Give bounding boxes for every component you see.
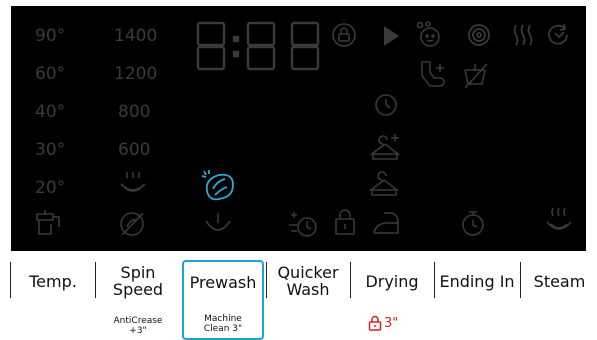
temp-60-label: 60° bbox=[35, 64, 66, 84]
tab-quicker-wash[interactable]: Quicker Wash bbox=[268, 260, 348, 302]
spiral-icon bbox=[466, 22, 492, 48]
tab-drying[interactable]: Drying bbox=[352, 260, 432, 302]
control-panel-display: 90° 60° 40° 30° 20° 1400 1200 800 600 bbox=[11, 6, 586, 251]
quick-timer-icon bbox=[287, 209, 319, 239]
child-lock-icon bbox=[331, 22, 357, 48]
temp-90-label: 90° bbox=[35, 26, 66, 46]
drying-lock-indicator: 3" bbox=[368, 315, 398, 331]
tab-divider bbox=[266, 262, 267, 298]
speed-600-label: 600 bbox=[118, 140, 151, 160]
tab-temp-label: Temp. bbox=[29, 271, 77, 291]
function-tabs: Temp. Spin Speed Prewash Quicker Wash Dr… bbox=[0, 260, 597, 340]
machine-clean-label: Machine Clean 3" bbox=[203, 314, 243, 334]
tab-ending-in[interactable]: Ending In bbox=[436, 260, 518, 302]
time-display bbox=[196, 21, 326, 77]
anticrease-label: AntiCrease +3" bbox=[113, 316, 163, 336]
tab-ending-in-label: Ending In bbox=[439, 271, 515, 291]
tab-steam-label: Steam bbox=[533, 271, 586, 291]
hanger-plus-icon bbox=[369, 132, 403, 162]
lock-icon bbox=[333, 208, 357, 236]
speed-1200-label: 1200 bbox=[114, 64, 158, 84]
tab-temp[interactable]: Temp. bbox=[12, 260, 94, 302]
no-iron-hanger-icon bbox=[461, 60, 491, 90]
hanger-icon bbox=[369, 168, 399, 198]
steam-waves-icon bbox=[511, 22, 537, 48]
tab-spin-speed[interactable]: Spin Speed bbox=[96, 260, 180, 302]
tab-spin-speed-label: Spin Speed bbox=[112, 263, 164, 299]
play-icon bbox=[381, 24, 401, 48]
tap-water-icon bbox=[33, 206, 65, 238]
tab-prewash-label: Prewash bbox=[189, 273, 257, 292]
lock-time-label: 3" bbox=[384, 315, 399, 331]
temp-20-label: 20° bbox=[35, 178, 66, 198]
no-spin-icon bbox=[117, 209, 147, 239]
sock-plus-icon bbox=[416, 60, 448, 90]
prewash-active-icon bbox=[201, 169, 237, 201]
steam-drops-icon bbox=[117, 170, 149, 198]
speed-1400-label: 1400 bbox=[114, 26, 158, 46]
quick-refresh-icon bbox=[545, 22, 573, 48]
speed-800-label: 800 bbox=[118, 102, 151, 122]
temp-40-label: 40° bbox=[35, 102, 66, 122]
steam-hand-icon bbox=[543, 206, 575, 236]
tab-divider bbox=[434, 262, 435, 298]
tab-divider bbox=[350, 262, 351, 298]
tab-steam[interactable]: Steam bbox=[522, 260, 597, 302]
iron-icon bbox=[371, 211, 403, 237]
tab-divider bbox=[10, 262, 11, 298]
baby-care-icon bbox=[414, 20, 446, 48]
delay-timer-icon bbox=[459, 210, 487, 238]
timer-clock-icon bbox=[373, 92, 399, 118]
tab-divider bbox=[520, 262, 521, 298]
basin-drop-icon bbox=[203, 211, 233, 237]
red-lock-icon bbox=[368, 315, 382, 331]
tab-quicker-wash-label: Quicker Wash bbox=[277, 263, 339, 299]
temp-30-label: 30° bbox=[35, 140, 66, 160]
tab-drying-label: Drying bbox=[365, 271, 419, 291]
